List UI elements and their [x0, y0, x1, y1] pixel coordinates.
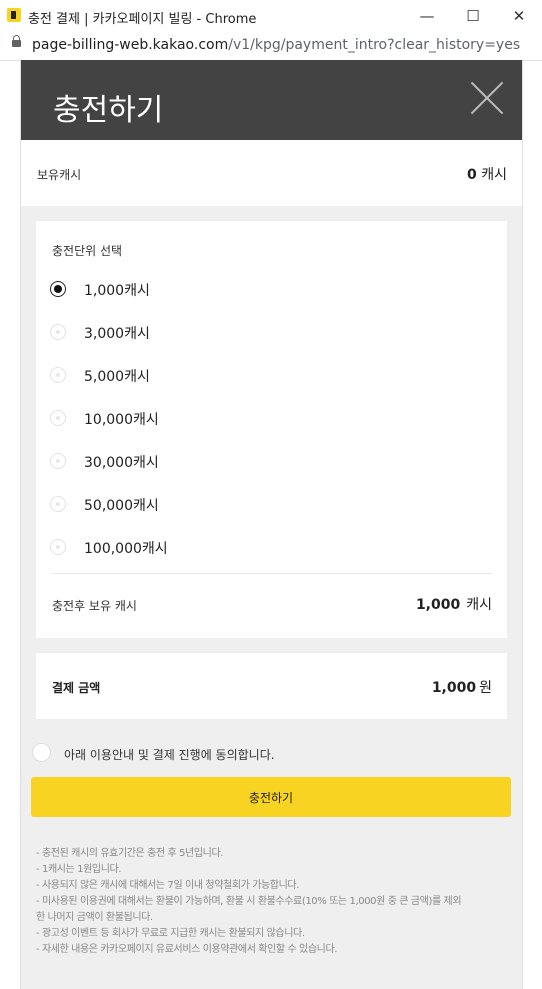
charge-option-label: 5,000캐시 — [84, 369, 150, 385]
agree-checkbox[interactable] — [32, 743, 51, 762]
charge-option-30000[interactable]: 30,000캐시 — [50, 450, 410, 474]
note-line: - 1캐시는 1원입니다. — [36, 864, 122, 875]
lock-icon[interactable] — [12, 35, 21, 47]
charge-option-label: 1,000캐시 — [84, 283, 150, 299]
note-line: - 충전된 캐시의 유효기간은 충전 후 5년입니다. — [36, 848, 224, 859]
charge-option-label: 30,000캐시 — [84, 455, 159, 471]
radio-button[interactable] — [50, 410, 66, 426]
address-bar[interactable]: page-billing-web.kakao.com/v1/kpg/paymen… — [0, 32, 542, 61]
usage-notes: - 충전된 캐시의 유효기간은 충전 후 5년입니다. - 1캐시는 1원입니다… — [36, 846, 506, 958]
page-header: 충전하기 — [21, 60, 522, 140]
minimize-button[interactable]: — — [404, 0, 450, 32]
note-line: - 미사용된 이용권에 대해서는 환불이 가능하며, 환불 시 환불수수료(10… — [36, 896, 462, 907]
radio-button[interactable] — [50, 496, 66, 512]
window-title: 충전 결제 | 카카오페이지 빌링 - Chrome — [28, 12, 257, 27]
charge-option-10000[interactable]: 10,000캐시 — [50, 407, 410, 431]
maximize-button[interactable]: ☐ — [450, 0, 496, 32]
radio-button-checked[interactable] — [50, 281, 66, 297]
balance-amount: 0 — [467, 167, 477, 183]
charge-submit-button[interactable]: 충전하기 — [31, 777, 511, 817]
radio-button[interactable] — [50, 453, 66, 469]
note-line: 한 나머지 금액이 환불됩니다. — [36, 912, 153, 923]
balance-value: 0 캐시 — [467, 164, 507, 184]
window-titlebar: 충전 결제 | 카카오페이지 빌링 - Chrome — ☐ ✕ — [0, 0, 542, 32]
close-icon[interactable] — [471, 82, 503, 114]
page-title: 충전하기 — [53, 93, 164, 128]
charge-option-100000[interactable]: 100,000캐시 — [50, 536, 410, 560]
charge-option-label: 50,000캐시 — [84, 498, 159, 514]
charge-unit-card: 충전단위 선택 1,000 캐시 3,000캐시 5,000캐시 10,000캐시… — [36, 221, 507, 638]
note-line: - 자세한 내용은 카카오페이지 유료서비스 이용약관에서 확인할 수 있습니다… — [36, 944, 338, 955]
radio-button[interactable] — [50, 539, 66, 555]
charge-option-label: 3,000캐시 — [84, 326, 150, 342]
after-charge-value: 1,000 캐시 — [416, 594, 492, 614]
charge-unit-title: 충전단위 선택 — [52, 244, 123, 258]
url-host: page-billing-web.kakao.com — [32, 37, 229, 53]
divider — [52, 573, 491, 574]
window-close-button[interactable]: ✕ — [496, 0, 542, 32]
balance-row: 보유캐시 0 캐시 — [21, 140, 522, 206]
payment-amount-value: 1,000 원 — [432, 677, 492, 697]
after-charge-amount: 1,000 — [415, 597, 461, 613]
url-text[interactable]: page-billing-web.kakao.com/v1/kpg/paymen… — [32, 37, 520, 53]
after-charge-label: 충전후 보유 캐시 — [52, 599, 137, 613]
balance-unit: 캐시 — [481, 167, 507, 183]
payment-amount-card: 결제 금액 1,000 원 — [36, 653, 507, 719]
payment-unit: 원 — [479, 680, 492, 696]
charge-option-label: 10,000캐시 — [84, 412, 159, 428]
payment-amount-label: 결제 금액 — [52, 681, 101, 695]
after-charge-unit: 캐시 — [466, 597, 492, 613]
kakaopage-app-icon — [7, 8, 21, 22]
url-path: /v1/kpg/payment_intro?clear_history=yes — [228, 37, 521, 53]
charge-option-50000[interactable]: 50,000캐시 — [50, 493, 410, 517]
radio-button[interactable] — [50, 367, 66, 383]
note-line: - 광고성 이벤트 등 회사가 무료로 지급한 캐시는 환불되지 않습니다. — [36, 928, 305, 939]
agree-text[interactable]: 아래 이용안내 및 결제 진행에 동의합니다. — [64, 746, 275, 763]
payment-page: 충전하기 보유캐시 0 캐시 충전단위 선택 1,000 캐시 3,000캐시 5… — [20, 60, 523, 989]
charge-option-3000[interactable]: 3,000캐시 — [50, 321, 410, 345]
charge-option-5000[interactable]: 5,000캐시 — [50, 364, 410, 388]
balance-label: 보유캐시 — [37, 168, 82, 182]
note-line: - 사용되지 않은 캐시에 대해서는 7일 이내 청약철회가 가능합니다. — [36, 880, 299, 891]
payment-amount: 1,000 — [431, 680, 477, 696]
charge-option-1000[interactable]: 1,000캐시 — [50, 278, 410, 302]
charge-option-label: 100,000캐시 — [84, 541, 168, 557]
radio-button[interactable] — [50, 324, 66, 340]
